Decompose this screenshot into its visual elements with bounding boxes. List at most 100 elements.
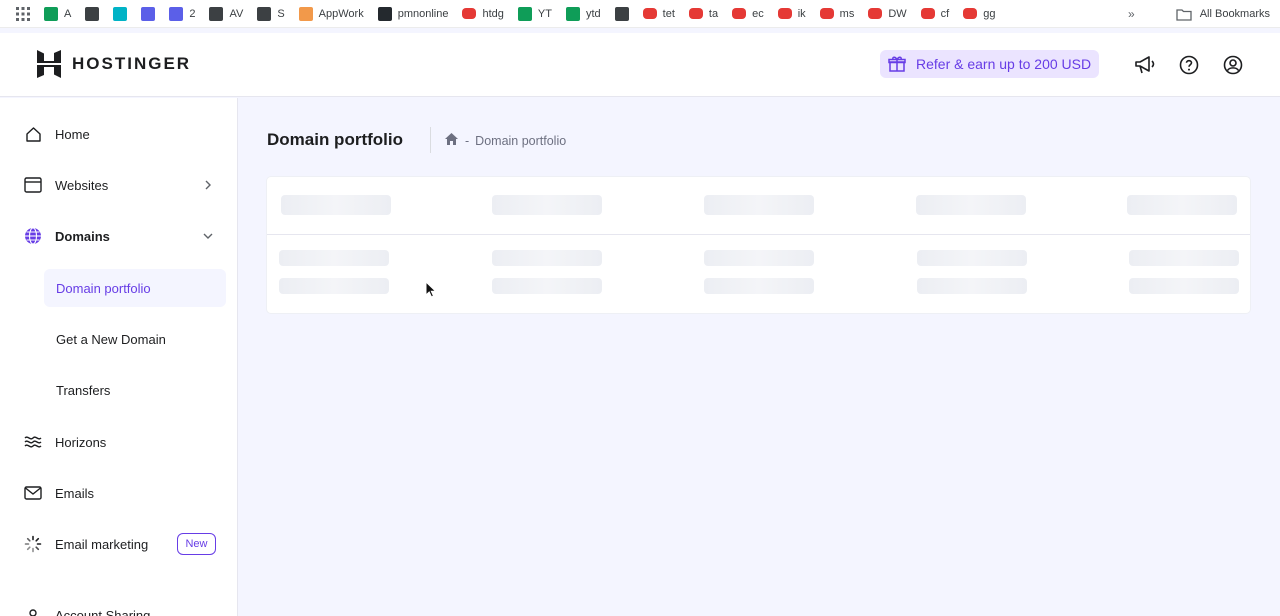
page-title: Domain portfolio (267, 130, 403, 149)
title-separator (430, 127, 431, 153)
skeleton-cell (1129, 278, 1239, 294)
bookmark-item[interactable]: ec (732, 0, 764, 28)
bookmark-item[interactable]: ms (819, 0, 854, 28)
bookmark-item[interactable]: ytd (565, 0, 601, 28)
bookmark-item[interactable]: ik (777, 0, 806, 28)
bookmark-favicon-icon (868, 8, 883, 19)
bookmark-label: ik (797, 7, 806, 20)
hostinger-logo-icon (37, 50, 61, 78)
table-divider (267, 234, 1250, 235)
bookmark-item[interactable]: tet (642, 0, 675, 28)
bookmark-label: S (277, 7, 285, 20)
bookmark-item[interactable] (141, 0, 156, 28)
skeleton-cell (704, 250, 814, 266)
skeleton-cell (492, 250, 602, 266)
bookmark-label: AV (229, 7, 244, 20)
bookmarks-bar: A 2 AV S AppWork pmnonline htdg YT ytd tet ta ec ik m… (0, 0, 1280, 28)
bookmark-item[interactable]: gg (963, 0, 995, 28)
bookmark-item[interactable]: A (44, 0, 71, 28)
skeleton-cell (279, 250, 389, 266)
sidebar-subitem-get-new-domain[interactable]: Get a New Domain (44, 320, 226, 358)
bookmark-favicon-icon (462, 8, 477, 19)
bookmark-item[interactable]: S (257, 0, 285, 28)
bookmark-label: tet (662, 7, 675, 20)
bookmark-favicon-icon (85, 6, 100, 21)
bookmark-label: DW (888, 7, 907, 20)
skeleton-header-cell (704, 195, 814, 215)
help-icon[interactable] (1177, 53, 1201, 77)
sidebar-item-emails[interactable]: Emails (0, 473, 237, 513)
sidebar-item-horizons[interactable]: Horizons (0, 422, 237, 462)
top-header: HOSTINGER Refer & earn up to 200 USD (0, 33, 1280, 97)
bookmark-favicon-icon (777, 8, 792, 19)
bookmark-item[interactable]: 2 (169, 0, 195, 28)
hostinger-logo[interactable]: HOSTINGER (36, 49, 191, 79)
skeleton-header-cell (916, 195, 1026, 215)
bookmark-favicon-icon (642, 8, 657, 19)
bookmark-item[interactable]: htdg (462, 0, 504, 28)
bookmark-item[interactable]: AppWork (298, 0, 364, 28)
sidebar-subitem-domain-portfolio[interactable]: Domain portfolio (44, 269, 226, 307)
bookmark-label: 2 (189, 7, 196, 20)
bookmark-favicon-icon (141, 6, 156, 21)
skeleton-header-cell (1127, 195, 1237, 215)
bookmark-favicon-icon (517, 6, 532, 21)
bookmark-label: AppWork (318, 7, 364, 20)
spinner-icon (24, 535, 42, 553)
sidebar-subitem-transfers[interactable]: Transfers (44, 371, 226, 409)
bookmark-item[interactable] (113, 0, 128, 28)
browser-window-icon (24, 176, 42, 194)
bookmark-item[interactable]: ta (688, 0, 719, 28)
gift-icon (888, 56, 906, 72)
refer-earn-button[interactable]: Refer & earn up to 200 USD (880, 50, 1100, 78)
logo-text: HOSTINGER (72, 54, 192, 73)
bookmark-item[interactable] (614, 0, 629, 28)
mouse-cursor (425, 280, 437, 303)
bookmark-favicon-icon (377, 6, 392, 21)
sidebar-item-label: Horizons (55, 434, 107, 450)
bookmarks-overflow-button[interactable]: » (1128, 0, 1135, 28)
sidebar-item-account-sharing[interactable]: Account Sharing (0, 595, 237, 616)
bookmark-item[interactable]: DW (868, 0, 907, 28)
bookmark-item[interactable]: AV (209, 0, 243, 28)
breadcrumb: - Domain portfolio (444, 132, 566, 149)
bookmark-label: pmnonline (397, 7, 449, 20)
bookmark-label: A (64, 7, 72, 20)
domain-table-skeleton (267, 177, 1250, 313)
home-icon (24, 125, 42, 143)
bookmark-item[interactable]: pmnonline (377, 0, 449, 28)
bookmark-item[interactable]: YT (517, 0, 552, 28)
skeleton-header-cell (492, 195, 602, 215)
folder-icon (1176, 8, 1192, 21)
bookmark-label: gg (983, 7, 996, 20)
announcements-icon[interactable] (1133, 53, 1157, 77)
bookmark-item[interactable] (85, 0, 100, 28)
sidebar-item-email-marketing[interactable]: Email marketing New (0, 524, 237, 564)
home-icon[interactable] (444, 132, 459, 149)
sidebar-item-label: Emails (55, 485, 95, 501)
skeleton-cell (492, 278, 602, 294)
new-badge: New (177, 533, 216, 555)
bookmark-label: ec (752, 7, 764, 20)
bookmark-label: cf (940, 7, 950, 20)
bookmark-label: htdg (482, 7, 504, 20)
sidebar-item-websites[interactable]: Websites (0, 165, 237, 205)
skeleton-cell (279, 278, 389, 294)
breadcrumb-separator: - (465, 133, 470, 148)
sidebar-subitem-label: Transfers (56, 382, 111, 398)
sidebar-subitem-label: Domain portfolio (56, 280, 151, 296)
bookmark-item[interactable]: cf (920, 0, 950, 28)
chevron-down-icon (202, 230, 214, 242)
breadcrumb-current: Domain portfolio (475, 133, 567, 148)
skeleton-cell (704, 278, 814, 294)
apps-grid-icon[interactable] (16, 0, 30, 28)
sidebar: Home Websites Domains Domain portfolio G… (0, 98, 238, 616)
bookmark-favicon-icon (209, 6, 224, 21)
sidebar-item-home[interactable]: Home (0, 114, 237, 154)
all-bookmarks-button[interactable]: All Bookmarks (1176, 0, 1270, 28)
chevron-right-icon (202, 179, 214, 191)
bookmark-label: YT (537, 7, 552, 20)
bookmark-label: ta (708, 7, 719, 20)
account-icon[interactable] (1221, 53, 1245, 77)
sidebar-item-domains[interactable]: Domains (0, 216, 237, 256)
